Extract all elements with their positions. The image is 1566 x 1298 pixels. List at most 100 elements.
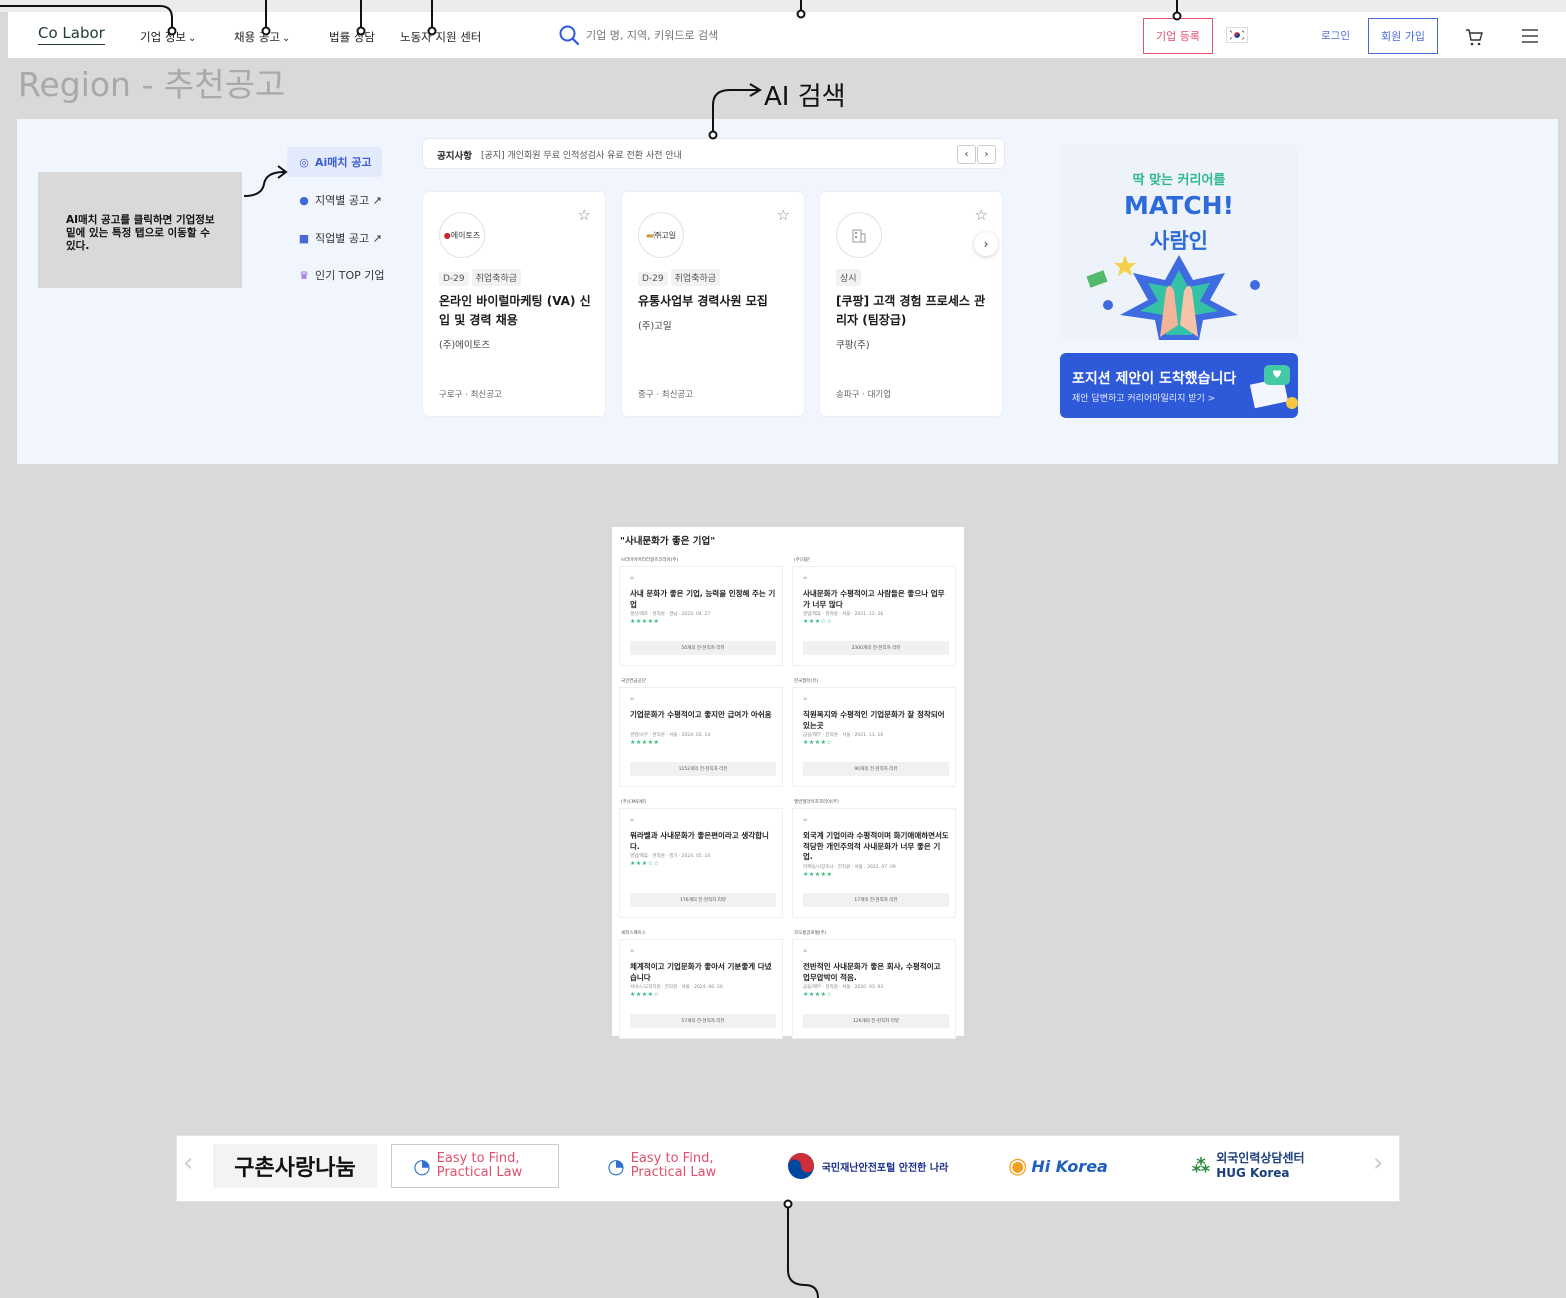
- review-stars: ★★★★☆: [630, 991, 660, 998]
- partner-logo-easylaw[interactable]: ◔ Easy to Find, Practical Law: [391, 1144, 559, 1188]
- review-count-button[interactable]: 2300개의 전·현직자 리뷰: [803, 641, 949, 655]
- review-card[interactable]: ❝ 사내 문화가 좋은 기업, 능력을 인정해 주는 기업 생산/제조 · 현직원 …: [619, 566, 783, 666]
- ai-search-annotation: AI 검색: [764, 82, 846, 112]
- quote-icon: ❝: [630, 696, 635, 705]
- banner-headline: 포지션 제안이 도착했습니다: [1072, 371, 1237, 387]
- category-label: 인기 TOP 기업: [315, 269, 385, 282]
- category-label: 직업별 공고 ↗: [315, 232, 382, 245]
- notice-label: 공지사항: [437, 151, 472, 162]
- notice-text[interactable]: [공지] 개인회원 무료 인적성검사 유료 전환 사전 안내: [481, 148, 682, 161]
- review-card[interactable]: ❝ 기업문화가 수평적이고 좋지만 급여가 아쉬움 경영/사무 · 현직원 · 서울…: [619, 687, 783, 787]
- job-card[interactable]: ☆ ▬㈜고일 D-29 취업축하금 유통사업부 경력사원 모집 (주)고일 중구 …: [621, 191, 805, 417]
- search-icon[interactable]: [558, 24, 580, 46]
- review-card[interactable]: ❝ 전반적인 사내문화가 좋은 회사, 수평적이고 업무압박이 적음. 금융/재무 …: [792, 939, 956, 1039]
- review-title: 전반적인 사내문화가 좋은 회사, 수평적이고 업무압박이 적음.: [803, 962, 941, 982]
- review-count-button[interactable]: 90개의 전·현직자 리뷰: [803, 762, 949, 776]
- review-company: (주)CMS에듀: [621, 800, 647, 805]
- job-title: 온라인 바이럴마케팅 (VA) 신입 및 경력 채용: [439, 294, 591, 327]
- review-card[interactable]: ❝ 사내문화가 수평적이고 사람들은 좋으나 업무가 너무 많다 영업/제휴 · 현…: [792, 566, 956, 666]
- partners-next-arrow[interactable]: ›: [1373, 1148, 1383, 1178]
- partner-logo-hug-korea[interactable]: ⁂ 외국인력상담센터 HUG Korea: [1171, 1144, 1357, 1188]
- quote-icon: ❝: [803, 948, 808, 957]
- category-top-companies[interactable]: ♛ 인기 TOP 기업: [297, 267, 384, 283]
- category-label: Ai매치 공고: [315, 156, 372, 169]
- menu-job-postings[interactable]: 채용 공고 ⌄: [234, 29, 290, 45]
- review-count-button[interactable]: 57개의 전·현직자 리뷰: [630, 1014, 776, 1028]
- company-register-button[interactable]: 기업 등록: [1143, 18, 1213, 54]
- target-icon: ◎: [299, 156, 309, 169]
- job-company: 쿠팡(주): [836, 340, 870, 351]
- menu-worker-support[interactable]: 노동자 지원 센터: [400, 29, 481, 45]
- review-stars: ★★★★★: [630, 739, 660, 746]
- envelope-chat-icon: [1249, 365, 1298, 409]
- star-outline-icon[interactable]: ☆: [777, 206, 790, 224]
- partner-logo-strip: ‹ › 구촌사랑나눔 ◔ Easy to Find, Practical Law …: [176, 1135, 1400, 1202]
- menu-company-info[interactable]: 기업 정보 ⌄: [140, 29, 196, 45]
- review-stars: ★★★★★: [803, 870, 833, 878]
- review-meta: 영업/제휴 · 현직원 · 경기 · 2024. 05. 10: [630, 854, 711, 859]
- notice-next-button[interactable]: ›: [977, 145, 996, 164]
- review-meta: 생산/제조 · 현직원 · 경남 · 2023. 04. 27: [630, 612, 711, 617]
- partner-logo-easylaw[interactable]: ◔ Easy to Find, Practical Law: [585, 1144, 753, 1188]
- review-card[interactable]: ❝ 직원복지와 수평적인 기업문화가 잘 정착되어 있는곳금융/재무 · 전직원 …: [792, 687, 956, 787]
- search-input[interactable]: [586, 26, 1026, 44]
- quote-icon: ❝: [803, 696, 808, 705]
- job-company: (주)에이토즈: [439, 340, 491, 351]
- partner-logo-safety-portal[interactable]: 국민재난안전포털 안전한 나라: [767, 1144, 967, 1188]
- position-offer-banner[interactable]: 포지션 제안이 도착했습니다 제안 답변하고 커리어마일리지 받기 >: [1060, 353, 1298, 418]
- review-company: 한국필터(유): [794, 679, 819, 684]
- company-logo-text: ㈜고일: [653, 231, 677, 240]
- review-stars: ★★★☆☆: [630, 860, 660, 867]
- saramin-match-banner[interactable]: 딱 맞는 커리어를 MATCH! 사람인: [1060, 145, 1298, 340]
- crown-icon: ♛: [299, 269, 309, 282]
- review-card[interactable]: ❝ 외국계 기업이라 수평적이며 화기애애하면서도 적당한 개인주의적 사내문화가…: [792, 808, 956, 918]
- tag: 취업축하금: [471, 269, 522, 286]
- partner-name: Easy to Find, Practical Law: [630, 1151, 717, 1180]
- review-stars: ★★★★☆: [803, 991, 833, 998]
- menu-legal-consult[interactable]: 법률 상담: [329, 29, 375, 45]
- location-pin-icon: ●: [299, 194, 309, 207]
- review-meta: 금융/재무 · 전직원 · 서울 · 2021. 11. 16: [803, 733, 884, 738]
- category-by-region[interactable]: ● 지역별 공고 ↗: [297, 192, 382, 208]
- review-company: 세피스페이스: [621, 931, 646, 936]
- magnifier-icon: ◔: [607, 1154, 625, 1178]
- company-logo-text: 에이토즈: [450, 231, 481, 240]
- hamburger-menu-icon[interactable]: [1520, 28, 1540, 44]
- notice-bar[interactable]: 공지사항 [공지] 개인회원 무료 인적성검사 유료 전환 사전 안내 ‹ ›: [422, 138, 1005, 169]
- login-link[interactable]: 로그인: [1321, 28, 1350, 43]
- review-stars: ★★★★☆: [803, 739, 833, 746]
- company-logo-placeholder: [836, 212, 882, 258]
- job-card[interactable]: ☆ ●에이토즈 D-29 취업축하금 온라인 바이럴마케팅 (VA) 신입 및 경…: [422, 191, 606, 417]
- review-card[interactable]: ❝ 워라벨과 사내문화가 좋은편이라고 생각합니다. 영업/제휴 · 현직원 · 경…: [619, 808, 783, 918]
- review-company: 국민연금공단: [621, 679, 646, 684]
- category-by-job[interactable]: ■ 직업별 공고 ↗: [297, 230, 382, 246]
- partner-logo-guchon[interactable]: 구촌사랑나눔: [213, 1144, 377, 1188]
- quote-icon: ❝: [630, 817, 635, 826]
- star-outline-icon[interactable]: ☆: [975, 206, 988, 224]
- review-title: 직원복지와 수평적인 기업문화가 잘 정착되어 있는곳: [803, 710, 945, 730]
- cart-icon[interactable]: [1464, 27, 1484, 47]
- review-title: 워라벨과 사내문화가 좋은편이라고 생각합니다.: [630, 831, 769, 851]
- review-count-button[interactable]: 17개의 전·현직자 리뷰: [803, 893, 949, 907]
- building-icon: [852, 229, 866, 243]
- site-logo[interactable]: Co Labor: [38, 24, 105, 45]
- job-tags: D-29 취업축하금: [439, 269, 524, 286]
- job-card[interactable]: ☆ › 상시 [쿠팡] 고객 경험 프로세스 관리자 (팀장급) 쿠팡(주) 송…: [819, 191, 1003, 417]
- korea-flag-icon[interactable]: [1226, 27, 1248, 43]
- review-count-button[interactable]: 1152개의 전·현직자 리뷰: [630, 762, 776, 776]
- notice-prev-button[interactable]: ‹: [957, 145, 976, 164]
- review-meta: 마케팅/시장조사 · 전직원 · 서울 · 2022. 07. 09: [803, 864, 896, 870]
- company-logo: ▬㈜고일: [638, 212, 684, 258]
- partner-logo-hikorea[interactable]: ◉ Hi Korea: [993, 1144, 1123, 1188]
- signup-button[interactable]: 회원 가입: [1368, 18, 1438, 54]
- job-title: 유통사업부 경력사원 모집: [638, 294, 768, 308]
- review-count-button[interactable]: 50개의 전·현직자 리뷰: [630, 641, 776, 655]
- partners-prev-arrow[interactable]: ‹: [183, 1148, 193, 1178]
- category-ai-match[interactable]: ◎ Ai매치 공고: [287, 147, 382, 177]
- review-card[interactable]: ❝ 체계적이고 기업문화가 좋아서 기분좋게 다녔습니다 서비스/고객지원 · 전직…: [619, 939, 783, 1039]
- chevron-down-icon: ⌄: [187, 33, 197, 44]
- carousel-next-button[interactable]: ›: [974, 232, 998, 256]
- review-count-button[interactable]: 126개의 전·현직자 리뷰: [803, 1014, 949, 1028]
- review-count-button[interactable]: 176개의 전·현직자 리뷰: [630, 893, 776, 907]
- star-outline-icon[interactable]: ☆: [578, 206, 591, 224]
